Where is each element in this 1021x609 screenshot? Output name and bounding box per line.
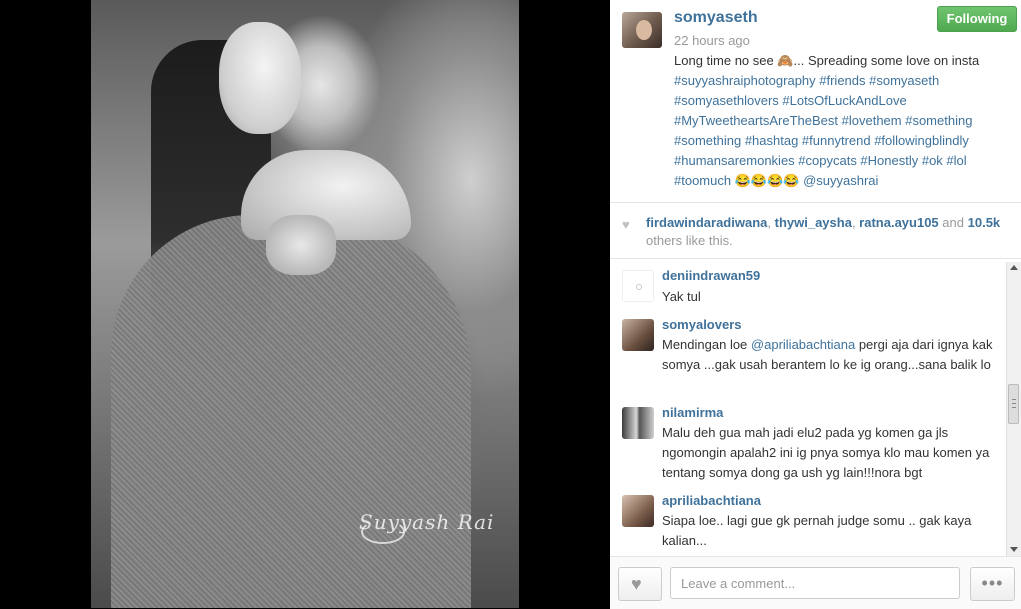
list-item: deniindrawan59 Yak tul xyxy=(610,262,1006,312)
comment-username[interactable]: somyalovers xyxy=(662,317,742,332)
comment-text: Siapa loe.. lagi gue gk pernah judge som… xyxy=(662,513,972,548)
likes-summary: firdawindaradiwana, thywi_aysha, ratna.a… xyxy=(646,215,1001,248)
post-timestamp[interactable]: 22 hours ago xyxy=(674,33,750,48)
comment-prefix: Mendingan loe xyxy=(662,337,748,352)
like-button[interactable]: ♥ xyxy=(618,567,662,601)
caption-text: Long time no see 🙈... Spreading some lov… xyxy=(674,53,980,68)
photo-pane: Suyyash Rai xyxy=(0,0,610,608)
post-caption: Long time no see 🙈... Spreading some lov… xyxy=(674,51,1009,191)
photo-face xyxy=(219,22,301,134)
comment-text: Yak tul xyxy=(662,289,701,304)
comment-input[interactable] xyxy=(670,567,960,599)
post-footer: ♥ ••• xyxy=(610,556,1021,609)
post-photo[interactable]: Suyyash Rai xyxy=(91,0,519,608)
comment-text: Malu deh gua mah jadi elu2 pada yg komen… xyxy=(662,425,990,480)
likes-bar: ♥ firdawindaradiwana, thywi_aysha, ratna… xyxy=(610,203,1021,259)
liker-1[interactable]: firdawindaradiwana xyxy=(646,215,767,230)
comment-avatar[interactable] xyxy=(622,495,654,527)
following-button[interactable]: Following xyxy=(937,6,1017,32)
likes-and: and xyxy=(942,215,964,230)
author-username[interactable]: somyaseth xyxy=(674,9,758,27)
heart-icon: ♥ xyxy=(622,217,630,232)
scroll-up-arrow-icon[interactable] xyxy=(1010,265,1018,270)
liker-3[interactable]: ratna.ayu105 xyxy=(859,215,939,230)
list-item: apriliabachtiana Siapa loe.. lagi gue gk… xyxy=(610,488,1006,556)
post-sidebar: somyaseth 22 hours ago Following Long ti… xyxy=(610,0,1021,609)
caption-hashtags[interactable]: #suyyashraiphotography #friends #somyase… xyxy=(674,73,972,188)
comment-mention[interactable]: @apriliabachtiana xyxy=(751,337,855,352)
comment-avatar[interactable] xyxy=(622,319,654,351)
comment-username[interactable]: deniindrawan59 xyxy=(662,268,760,283)
scroll-thumb[interactable] xyxy=(1008,384,1019,424)
comment-scrollbar[interactable] xyxy=(1006,262,1021,556)
comment-list[interactable]: deniindrawan59 Yak tul somyalovers Mendi… xyxy=(610,262,1006,556)
caption-emoji: 😂😂😂😂 xyxy=(734,173,800,188)
caption-mention[interactable]: @suyyashrai xyxy=(803,173,878,188)
heart-icon: ♥ xyxy=(631,574,642,594)
comment-avatar[interactable] xyxy=(622,407,654,439)
comment-text: Mendingan loe @apriliabachtiana pergi aj… xyxy=(662,335,996,375)
list-item: nilamirma Malu deh gua mah jadi elu2 pad… xyxy=(610,400,1006,488)
comment-username[interactable]: apriliabachtiana xyxy=(662,493,761,508)
comment-username[interactable]: nilamirma xyxy=(662,405,723,420)
list-item: somyalovers Mendingan loe @apriliabachti… xyxy=(610,312,1006,400)
more-options-button[interactable]: ••• xyxy=(970,567,1015,601)
likes-count[interactable]: 10.5k xyxy=(968,215,1001,230)
photo-hand xyxy=(266,215,336,275)
post-header: somyaseth 22 hours ago Following Long ti… xyxy=(610,0,1021,203)
photo-watermark: Suyyash Rai xyxy=(359,510,495,534)
scroll-down-arrow-icon[interactable] xyxy=(1010,547,1018,552)
comment-avatar[interactable] xyxy=(622,270,654,302)
liker-2[interactable]: thywi_aysha xyxy=(775,215,852,230)
author-avatar[interactable] xyxy=(622,12,662,48)
likes-suffix: others like this. xyxy=(646,233,733,248)
